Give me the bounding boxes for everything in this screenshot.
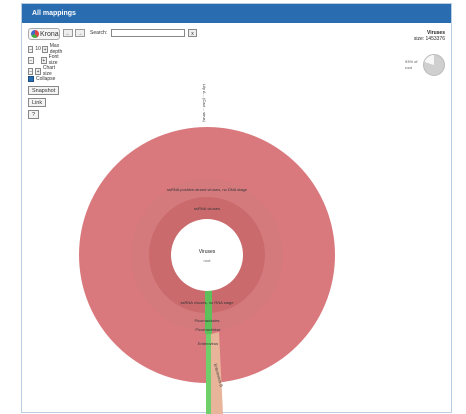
chart-size-increase-button[interactable]: + [35, 67, 41, 75]
selection-size: size: 1453376 [413, 36, 445, 42]
center-label: Viruses [199, 249, 216, 255]
label-outer-top: Lily A... (Cad ... virus) [202, 84, 207, 123]
search-clear-button[interactable]: x [188, 29, 197, 37]
font-size-increase-button[interactable]: + [41, 56, 47, 64]
selection-pie-chart [423, 54, 445, 76]
center-node[interactable] [171, 219, 243, 291]
search-label: Search: [90, 30, 108, 36]
max-depth-value: 10 [35, 46, 41, 52]
max-depth-increase-button[interactable]: + [42, 45, 48, 53]
krona-logo-text: Krona [40, 30, 59, 38]
search-input[interactable] [111, 29, 185, 37]
label-ring2-top: ssRNA viruses [194, 206, 220, 211]
link-button[interactable]: Link [28, 98, 47, 107]
krona-logo-icon [31, 30, 39, 38]
snapshot-button[interactable]: Snapshot [28, 86, 60, 95]
label-seg1: Picornavirales [194, 318, 219, 323]
max-depth-decrease-button[interactable]: − [28, 45, 34, 53]
krona-logo[interactable]: Krona [28, 28, 60, 40]
selection-percent: 93% of root [405, 59, 418, 70]
sunburst-chart[interactable]: Viruses root Lily A... (Cad ... virus) s… [22, 4, 453, 414]
label-ring1-bottom: ssRNA viruses, no RNA stage [181, 300, 235, 305]
chart-size-decrease-button[interactable]: − [28, 67, 34, 75]
label-seg2: Picornaviridae [195, 327, 221, 332]
font-size-decrease-button[interactable]: − [28, 56, 34, 64]
selection-details: Viruses size: 1453376 [414, 30, 445, 42]
selection-pie: 93% of root [405, 54, 445, 82]
label-ring1-top: ssRNA positive-strand viruses, no DNA st… [167, 187, 248, 192]
collapse-control: Collapse [28, 76, 55, 82]
collapse-label: Collapse [36, 76, 56, 82]
collapse-checkbox[interactable] [28, 76, 34, 82]
forward-button[interactable]: → [75, 29, 85, 37]
label-seg3: Enterovirus [198, 341, 218, 346]
help-button[interactable]: ? [28, 110, 40, 119]
krona-window: All mappings Viruses root Lily A... (Cad… [21, 3, 453, 414]
center-sublabel: root [204, 258, 212, 263]
back-button[interactable]: ← [63, 29, 73, 37]
